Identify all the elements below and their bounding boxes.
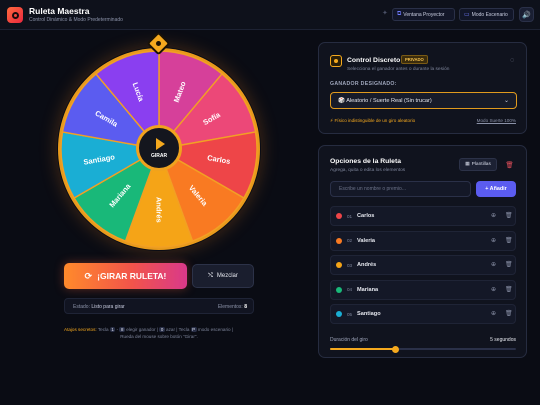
color-dot-icon	[336, 237, 342, 244]
roulette-logo-icon	[7, 7, 23, 23]
trash-icon[interactable]: 🗑	[505, 310, 513, 317]
color-dot-icon	[336, 286, 342, 293]
speaker-icon: 🔊	[522, 11, 531, 19]
play-icon	[156, 137, 165, 150]
control-subtitle: Selecciona el ganador antes o durante la…	[347, 67, 450, 72]
refresh-icon: ⟳	[84, 270, 93, 281]
option-name: Andrés	[357, 262, 377, 268]
eye-off-icon[interactable]: ◌	[510, 57, 514, 64]
duration-value: 5 segundos	[490, 337, 516, 343]
secret-hint-text: modo escenario |	[197, 327, 234, 332]
status-value: Listo para girar	[91, 304, 125, 310]
option-row[interactable]: 02 Valeria ⊕ 🗑	[330, 230, 516, 251]
sound-toggle-button[interactable]: 🔊	[519, 7, 534, 22]
control-title: Control Discreto	[347, 57, 401, 64]
secret-hint-lead: Atajos secretos:	[64, 327, 97, 332]
option-number: 04	[347, 287, 353, 292]
grid-icon: ▦	[465, 162, 470, 167]
option-name: Santiago	[357, 311, 381, 317]
color-dot-icon	[336, 311, 342, 317]
target-icon[interactable]: ⊕	[491, 286, 496, 293]
option-name-input[interactable]	[330, 181, 471, 197]
option-row[interactable]: 04 Mariana ⊕ 🗑	[330, 279, 516, 300]
options-title: Opciones de la Ruleta	[330, 158, 402, 165]
option-name: Mariana	[357, 286, 379, 293]
scenario-button-label: Modo Escenario	[471, 11, 508, 18]
secret-hint-text: -	[116, 327, 119, 332]
chevron-down-icon: ⌄	[503, 98, 509, 104]
duration-slider-fill	[330, 348, 396, 350]
add-option-button[interactable]: + Añadir	[476, 181, 516, 197]
options-subtitle: Agrega, quita o edita los elementos	[330, 168, 406, 173]
elements-label: Elementos:	[217, 304, 243, 310]
secret-hint-text: elegir ganador |	[126, 327, 159, 332]
winner-label: GANADOR DESIGNADO:	[330, 81, 397, 87]
target-icon[interactable]: ⊕	[491, 237, 496, 244]
secret-hint-line2: Rueda del mouse sobre botón "Girar".	[120, 334, 198, 339]
elements-value: 8	[244, 304, 247, 310]
discrete-control-panel: Control Discreto PRIVADO Selecciona el g…	[318, 42, 527, 134]
wheel-center-label: GIRAR	[150, 152, 168, 159]
option-name: Carlos	[357, 213, 375, 219]
projector-window-button[interactable]: ⧉ Ventana Proyector	[392, 8, 455, 21]
key-badge: P	[190, 327, 197, 332]
option-number: 03	[347, 262, 353, 268]
spin-button-label: ¡GIRAR RULETA!	[97, 271, 167, 281]
trash-icon[interactable]: 🗑	[505, 286, 513, 293]
duration-slider[interactable]	[330, 345, 516, 353]
external-window-icon: ⧉	[397, 11, 402, 17]
app-title: Ruleta Maestra	[29, 6, 90, 16]
trash-icon: 🗑	[505, 161, 514, 169]
trash-icon[interactable]: 🗑	[505, 237, 513, 244]
projector-button-label: Ventana Proyector	[403, 11, 445, 18]
winner-select-value: 🎲 Aleatorio / Suerte Real (Sin trucar)	[338, 97, 432, 104]
color-dot-icon	[336, 262, 342, 268]
key-badge: 8	[119, 327, 125, 332]
shuffle-icon: ⤭	[208, 272, 213, 279]
option-row[interactable]: 01 Carlos ⊕ 🗑	[330, 206, 516, 226]
duration-label: Duración del giro	[330, 337, 368, 343]
app-header: Ruleta Maestra Control Dinámico & Modo P…	[0, 0, 540, 30]
shuffle-button[interactable]: ⤭ Mezclar	[192, 264, 254, 288]
status-bar: Estado: Listo para girar Elementos: 8	[64, 298, 254, 314]
templates-button-label: Plantillas	[471, 162, 491, 167]
wheel-spin-center-button[interactable]: GIRAR	[136, 125, 182, 171]
key-badge: 0	[159, 327, 165, 332]
trash-icon[interactable]: 🗑	[505, 261, 513, 268]
option-number: 05	[347, 311, 353, 317]
target-icon[interactable]: ⊕	[491, 310, 496, 317]
trash-icon[interactable]: 🗑	[505, 212, 513, 219]
private-badge: PRIVADO	[401, 55, 428, 64]
option-number: 02	[347, 238, 353, 243]
target-icon[interactable]: ⊕	[491, 261, 496, 268]
target-icon	[330, 55, 342, 67]
status-text: Estado: Listo para girar	[73, 304, 125, 310]
secret-hint-text: azar | Tecla	[166, 327, 190, 332]
winner-select[interactable]: 🎲 Aleatorio / Suerte Real (Sin trucar) ⌄	[330, 92, 517, 109]
clear-all-button[interactable]: 🗑	[503, 158, 516, 171]
control-note: ⚡ Físico indistinguible de un giro aleat…	[330, 118, 416, 123]
wheel-options-panel: Opciones de la Ruleta Agrega, quita o ed…	[318, 145, 527, 358]
option-number: 01	[347, 213, 353, 219]
wheel-segment-label: Andrés	[155, 197, 164, 223]
shuffle-button-label: Mezclar	[216, 273, 238, 279]
app-subtitle: Control Dinámico & Modo Predeterminado	[29, 17, 123, 23]
duration-slider-thumb[interactable]	[391, 345, 399, 353]
option-row[interactable]: 03 Andrés ⊕ 🗑	[330, 255, 516, 275]
option-name: Valeria	[357, 237, 376, 244]
luck-mode-link[interactable]: Modo Suerte 100%	[477, 118, 516, 123]
target-icon[interactable]: ⊕	[491, 212, 496, 219]
templates-button[interactable]: ▦ Plantillas	[459, 158, 497, 171]
sparkle-icon: ✦	[382, 10, 388, 17]
option-row[interactable]: 05 Santiago ⊕ 🗑	[330, 304, 516, 324]
secret-shortcuts-hint: Atajos secretos: Tecla 1 - 8 elegir gana…	[64, 327, 264, 332]
monitor-icon: ▭	[464, 12, 470, 18]
status-label: Estado:	[73, 304, 90, 310]
secret-hint-text: Tecla	[97, 327, 109, 332]
spin-wheel-button[interactable]: ⟳ ¡GIRAR RULETA!	[64, 263, 187, 289]
elements-count: Elementos: 8	[218, 304, 247, 310]
scenario-mode-button[interactable]: ▭ Modo Escenario	[459, 8, 514, 21]
color-dot-icon	[336, 213, 342, 219]
key-badge: 1	[109, 327, 116, 332]
